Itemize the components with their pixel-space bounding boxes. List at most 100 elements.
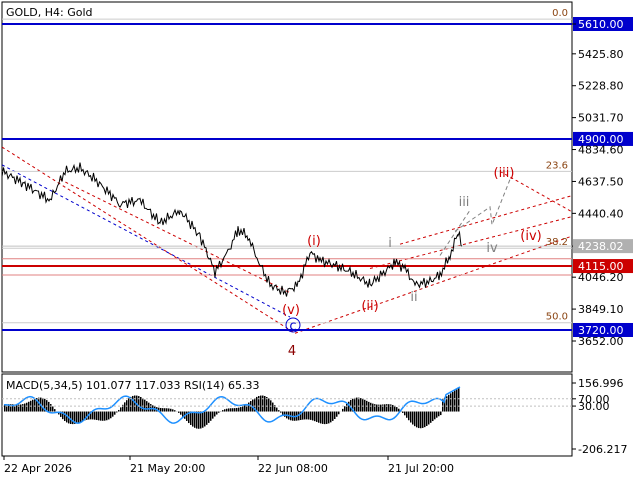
macd-bar bbox=[110, 411, 112, 419]
macd-bar bbox=[326, 411, 328, 424]
macd-bar bbox=[218, 411, 220, 413]
macd-bar bbox=[76, 411, 78, 424]
wave-label: iv bbox=[486, 241, 498, 256]
macd-bar bbox=[118, 409, 120, 412]
fib-label: 0.0 bbox=[552, 8, 568, 19]
macd-bar bbox=[252, 399, 254, 412]
macd-bar bbox=[164, 408, 166, 412]
price-axis: 5425.80 5228.80 5031.70 4834.60 4637.50 4440.… bbox=[572, 23, 633, 348]
level-label: 5610.00 bbox=[578, 18, 624, 31]
macd-bar bbox=[196, 411, 198, 429]
macd-bar bbox=[262, 395, 264, 412]
macd-bar bbox=[240, 407, 242, 412]
macd-bar bbox=[382, 404, 384, 412]
macd-bar bbox=[284, 411, 286, 417]
macd-bar bbox=[234, 408, 236, 412]
macd-bar bbox=[434, 411, 436, 420]
wave-label: c bbox=[289, 319, 296, 334]
macd-bar bbox=[396, 407, 398, 412]
macd-bar bbox=[318, 411, 320, 423]
fib-label: 23.6 bbox=[546, 160, 568, 171]
macd-bar bbox=[456, 388, 458, 412]
macd-bar bbox=[172, 409, 174, 412]
macd-bar bbox=[440, 411, 442, 416]
macd-bar bbox=[16, 404, 18, 412]
macd-bar bbox=[458, 387, 460, 412]
indicator-tick-label: 156.996 bbox=[578, 377, 624, 390]
macd-bar bbox=[52, 406, 54, 412]
macd-bar bbox=[238, 407, 240, 412]
macd-bar bbox=[436, 411, 438, 418]
macd-bar bbox=[338, 411, 340, 415]
macd-bar bbox=[264, 396, 266, 412]
macd-bar bbox=[162, 408, 164, 412]
macd-bar bbox=[280, 411, 282, 413]
macd-bar bbox=[426, 411, 428, 426]
macd-bar bbox=[70, 411, 72, 424]
price-tick-label: 3652.00 bbox=[578, 335, 624, 348]
macd-bar bbox=[398, 408, 400, 412]
macd-bar bbox=[230, 408, 232, 412]
macd-bar bbox=[50, 404, 52, 412]
macd-bar bbox=[428, 411, 430, 425]
macd-bar bbox=[116, 411, 118, 413]
macd-bar bbox=[360, 398, 362, 412]
price-tick-label: 5031.70 bbox=[578, 112, 624, 125]
macd-bar bbox=[346, 403, 348, 412]
macd-bar bbox=[308, 411, 310, 420]
macd-bar bbox=[334, 411, 336, 419]
macd-bar bbox=[362, 398, 364, 412]
wave-label: ii bbox=[410, 290, 417, 305]
macd-bar bbox=[78, 411, 80, 423]
macd-bar bbox=[452, 391, 454, 412]
macd-bar bbox=[54, 409, 56, 412]
macd-bar bbox=[148, 402, 150, 412]
macd-bar bbox=[272, 402, 274, 412]
macd-bar bbox=[42, 397, 44, 412]
time-axis: 22 Apr 2026 21 May 20:00 22 Jun 08:00 21 Ju… bbox=[3, 456, 454, 475]
wave-label: (ii) bbox=[361, 299, 378, 314]
macd-bar bbox=[140, 396, 142, 412]
macd-bar bbox=[312, 411, 314, 421]
macd-bar bbox=[180, 411, 182, 415]
indicator-tick-label: -206.217 bbox=[578, 443, 627, 456]
macd-bar bbox=[278, 410, 280, 412]
macd-bar bbox=[4, 404, 6, 412]
macd-bar bbox=[320, 411, 322, 424]
macd-bar bbox=[222, 410, 224, 412]
price-tick-label: 5425.80 bbox=[578, 48, 624, 61]
time-tick-label: 22 Jun 08:00 bbox=[258, 462, 328, 475]
price-tick-label: 4046.20 bbox=[578, 271, 624, 284]
macd-bar bbox=[394, 405, 396, 412]
macd-bar bbox=[310, 411, 312, 420]
macd-bar bbox=[174, 410, 176, 412]
macd-bar bbox=[332, 411, 334, 421]
price-tick-label: 3849.10 bbox=[578, 303, 624, 316]
macd-bar bbox=[194, 411, 196, 428]
macd-bar bbox=[248, 402, 250, 412]
macd-bar bbox=[150, 404, 152, 412]
macd-bar bbox=[418, 411, 420, 429]
macd-bar bbox=[450, 393, 452, 412]
time-tick-label: 21 May 20:00 bbox=[130, 462, 205, 475]
macd-bar bbox=[328, 411, 330, 424]
macd-bar bbox=[260, 395, 262, 412]
macd-bar bbox=[200, 411, 202, 429]
macd-bar bbox=[108, 411, 110, 420]
macd-bar bbox=[322, 411, 324, 424]
macd-bar bbox=[404, 411, 406, 416]
macd-bar bbox=[380, 404, 382, 412]
macd-bar bbox=[216, 411, 218, 415]
macd-bar bbox=[342, 408, 344, 412]
time-tick-label: 21 Jul 20:00 bbox=[388, 462, 454, 475]
macd-bar bbox=[358, 397, 360, 412]
macd-bar bbox=[112, 411, 114, 417]
macd-bar bbox=[256, 396, 258, 412]
price-tick-label: 4238.02 bbox=[578, 240, 624, 253]
macd-bar bbox=[170, 408, 172, 412]
macd-bar bbox=[38, 397, 40, 412]
macd-bar bbox=[64, 411, 66, 422]
macd-bar bbox=[144, 399, 146, 412]
macd-bar bbox=[330, 411, 332, 423]
wave-label: (iii) bbox=[494, 166, 515, 181]
